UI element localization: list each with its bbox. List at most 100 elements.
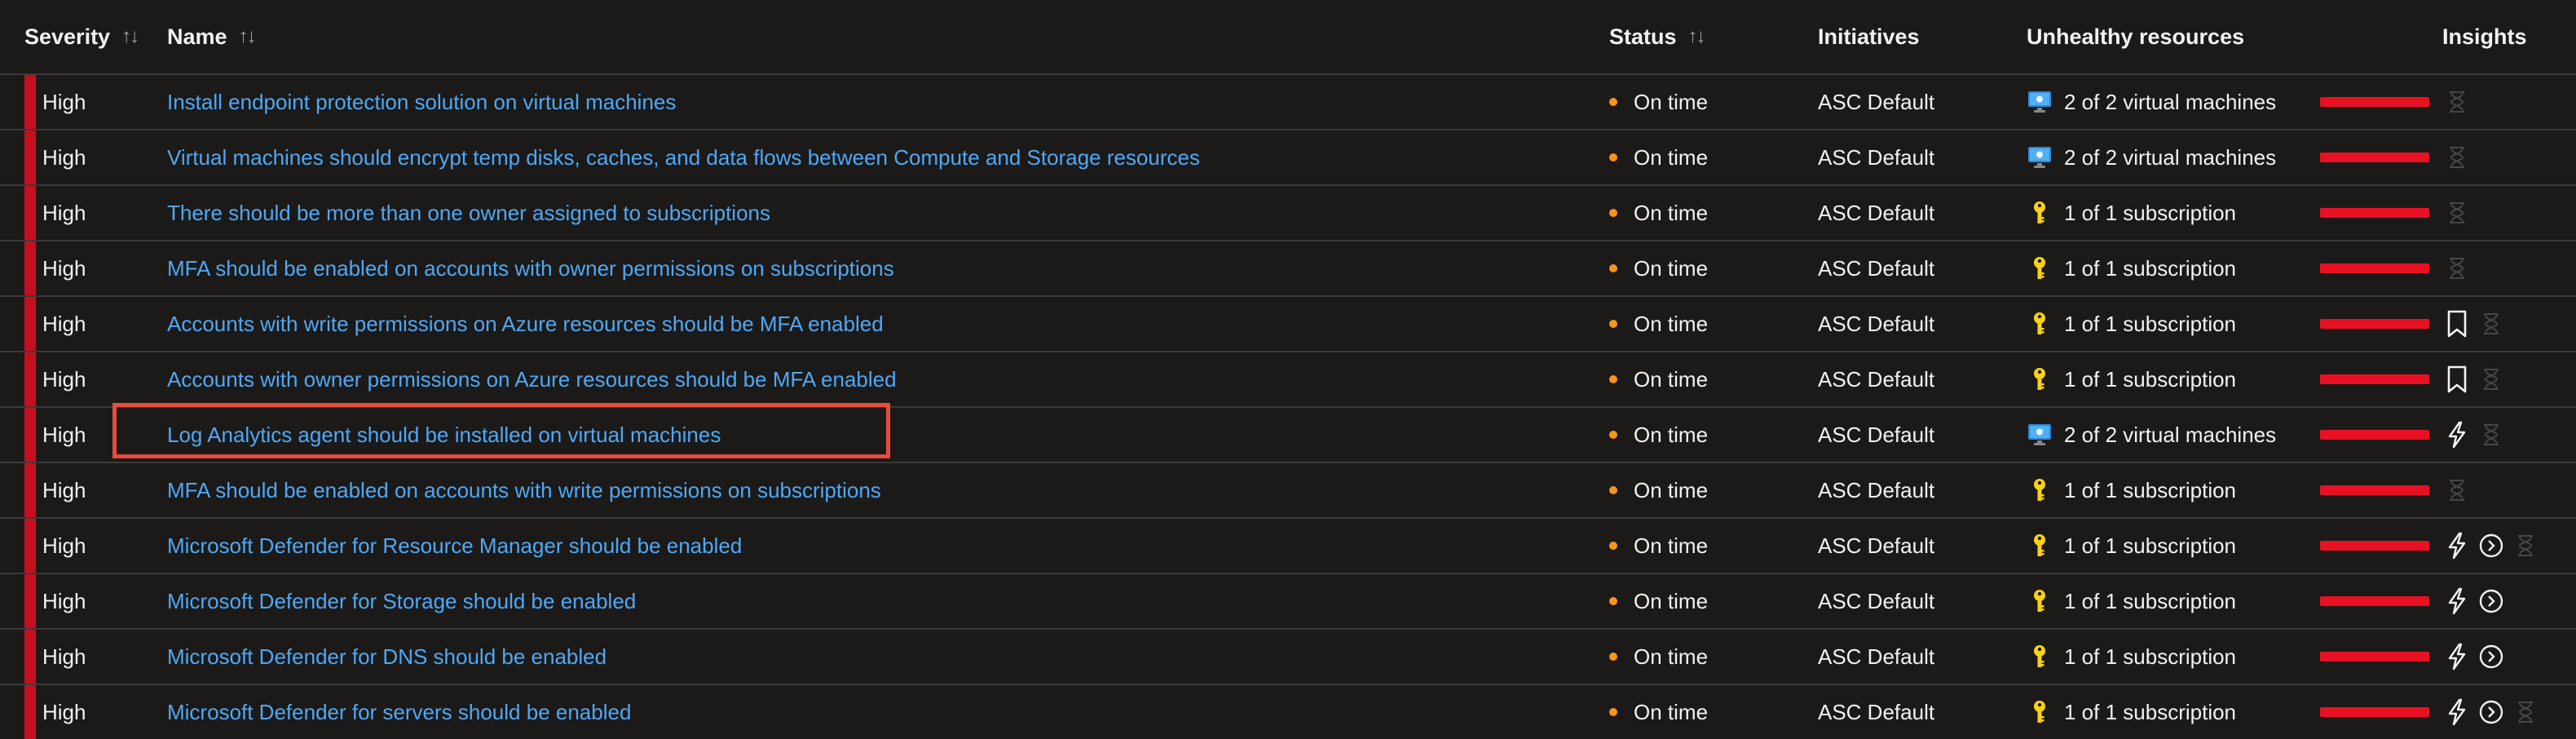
unhealthy-bar bbox=[2320, 707, 2429, 717]
subscription-key-icon bbox=[2027, 700, 2053, 724]
column-header-name[interactable]: Name ↑↓ bbox=[167, 0, 257, 73]
status-cell: On time bbox=[1609, 574, 1708, 628]
status-dot bbox=[1609, 653, 1617, 661]
unhealthy-bar bbox=[2320, 153, 2429, 162]
recommendation-link[interactable]: Accounts with owner permissions on Azure… bbox=[167, 367, 897, 392]
chevron-circle-icon[interactable] bbox=[2477, 585, 2506, 617]
chevron-circle-icon[interactable] bbox=[2477, 529, 2506, 562]
unhealthy-resources-label: 1 of 1 subscription bbox=[2064, 588, 2237, 613]
unhealthy-bar bbox=[2320, 97, 2429, 107]
insights-cell bbox=[2442, 297, 2511, 351]
recommendation-link[interactable]: MFA should be enabled on accounts with w… bbox=[167, 478, 881, 503]
status-dot bbox=[1609, 486, 1617, 494]
unhealthy-resources-label: 1 of 1 subscription bbox=[2064, 533, 2237, 558]
unhealthy-bar-cell bbox=[2320, 297, 2429, 351]
hourglass-icon bbox=[2442, 86, 2472, 118]
quick-fix-icon[interactable] bbox=[2442, 696, 2472, 728]
unhealthy-resources-label: 1 of 1 subscription bbox=[2064, 311, 2237, 336]
table-row[interactable]: High MFA should be enabled on accounts w… bbox=[0, 462, 2576, 517]
sort-icon[interactable]: ↑↓ bbox=[1688, 25, 1706, 48]
severity-label: High bbox=[42, 311, 86, 336]
recommendation-link[interactable]: MFA should be enabled on accounts with o… bbox=[167, 256, 894, 281]
name-cell: Microsoft Defender for DNS should be ena… bbox=[167, 630, 607, 684]
table-row[interactable]: High There should be more than one owner… bbox=[0, 184, 2576, 240]
unhealthy-resources-cell: 1 of 1 subscription bbox=[2027, 519, 2236, 573]
insights-cell bbox=[2442, 685, 2545, 739]
recommendation-link[interactable]: Microsoft Defender for DNS should be ena… bbox=[167, 644, 607, 670]
virtual-machine-icon bbox=[2027, 91, 2053, 113]
recommendation-link[interactable]: Log Analytics agent should be installed … bbox=[167, 423, 721, 448]
table-row[interactable]: High Install endpoint protection solutio… bbox=[0, 73, 2576, 129]
subscription-key-icon bbox=[2027, 367, 2053, 392]
hourglass-icon bbox=[2442, 197, 2472, 229]
sort-icon[interactable]: ↑↓ bbox=[121, 25, 139, 48]
severity-label: High bbox=[42, 533, 86, 558]
status-dot bbox=[1609, 153, 1617, 162]
recommendation-link[interactable]: Microsoft Defender for Resource Manager … bbox=[167, 533, 742, 559]
table-row[interactable]: High Virtual machines should encrypt tem… bbox=[0, 129, 2576, 184]
initiative-cell: ASC Default bbox=[1818, 519, 1934, 573]
severity-label: High bbox=[42, 699, 86, 724]
table-row[interactable]: High MFA should be enabled on accounts w… bbox=[0, 240, 2576, 295]
table-row[interactable]: High Microsoft Defender for servers shou… bbox=[0, 684, 2576, 739]
initiative-label: ASC Default bbox=[1818, 200, 1935, 225]
unhealthy-resources-label: 1 of 1 subscription bbox=[2064, 366, 2237, 392]
table-row[interactable]: High Microsoft Defender for Resource Man… bbox=[0, 517, 2576, 573]
status-label: On time bbox=[1634, 477, 1709, 502]
insights-cell bbox=[2442, 241, 2477, 295]
table-row[interactable]: High Accounts with owner permissions on … bbox=[0, 351, 2576, 406]
initiative-cell: ASC Default bbox=[1818, 297, 1934, 351]
severity-label: High bbox=[42, 200, 86, 225]
initiative-label: ASC Default bbox=[1818, 644, 1935, 669]
quick-fix-icon[interactable] bbox=[2442, 529, 2472, 562]
severity-indicator bbox=[24, 519, 36, 573]
recommendation-link[interactable]: Install endpoint protection solution on … bbox=[167, 90, 676, 115]
recommendation-link[interactable]: There should be more than one owner assi… bbox=[167, 201, 770, 226]
name-cell: MFA should be enabled on accounts with w… bbox=[167, 463, 881, 517]
quick-fix-icon[interactable] bbox=[2442, 640, 2472, 673]
recommendation-link[interactable]: Accounts with write permissions on Azure… bbox=[167, 312, 884, 337]
table-row[interactable]: High Log Analytics agent should be insta… bbox=[0, 406, 2576, 462]
quick-fix-icon[interactable] bbox=[2442, 418, 2472, 451]
status-dot bbox=[1609, 431, 1617, 439]
initiative-label: ASC Default bbox=[1818, 588, 1935, 613]
status-dot bbox=[1609, 375, 1617, 383]
unhealthy-bar-cell bbox=[2320, 75, 2429, 129]
status-dot bbox=[1609, 542, 1617, 550]
severity-label: High bbox=[42, 422, 86, 447]
unhealthy-resources-label: 1 of 1 subscription bbox=[2064, 699, 2237, 724]
status-label: On time bbox=[1634, 200, 1709, 225]
status-cell: On time bbox=[1609, 630, 1708, 684]
table-row[interactable]: High Accounts with write permissions on … bbox=[0, 295, 2576, 351]
recommendation-link[interactable]: Virtual machines should encrypt temp dis… bbox=[167, 145, 1200, 170]
chevron-circle-icon[interactable] bbox=[2477, 640, 2506, 673]
unhealthy-resources-label: 1 of 1 subscription bbox=[2064, 255, 2237, 281]
initiative-label: ASC Default bbox=[1818, 422, 1935, 447]
unhealthy-resources-cell: 2 of 2 virtual machines bbox=[2027, 75, 2276, 129]
name-cell: Install endpoint protection solution on … bbox=[167, 75, 676, 129]
quick-fix-icon[interactable] bbox=[2442, 585, 2472, 617]
severity-cell: High bbox=[42, 685, 86, 739]
unhealthy-resources-label: 2 of 2 virtual machines bbox=[2064, 144, 2277, 170]
unhealthy-resources-cell: 1 of 1 subscription bbox=[2027, 186, 2236, 240]
status-label: On time bbox=[1634, 311, 1709, 336]
sort-icon[interactable]: ↑↓ bbox=[239, 25, 257, 48]
name-cell: Virtual machines should encrypt temp dis… bbox=[167, 131, 1200, 184]
column-header-severity[interactable]: Severity ↑↓ bbox=[24, 0, 139, 73]
name-cell: Accounts with owner permissions on Azure… bbox=[167, 352, 897, 406]
insights-header-label: Insights bbox=[2442, 24, 2527, 49]
chevron-circle-icon[interactable] bbox=[2477, 696, 2506, 728]
recommendation-link[interactable]: Microsoft Defender for servers should be… bbox=[167, 700, 631, 725]
status-cell: On time bbox=[1609, 241, 1708, 295]
status-dot bbox=[1609, 320, 1617, 328]
bookmark-icon[interactable] bbox=[2442, 308, 2472, 340]
status-cell: On time bbox=[1609, 408, 1708, 462]
table-row[interactable]: High Microsoft Defender for DNS should b… bbox=[0, 628, 2576, 684]
table-row[interactable]: High Microsoft Defender for Storage shou… bbox=[0, 573, 2576, 628]
severity-indicator bbox=[24, 685, 36, 739]
bookmark-icon[interactable] bbox=[2442, 363, 2472, 396]
name-cell: There should be more than one owner assi… bbox=[167, 186, 770, 240]
recommendation-link[interactable]: Microsoft Defender for Storage should be… bbox=[167, 589, 636, 614]
column-header-status[interactable]: Status ↑↓ bbox=[1609, 0, 1706, 73]
insights-cell bbox=[2442, 352, 2511, 406]
